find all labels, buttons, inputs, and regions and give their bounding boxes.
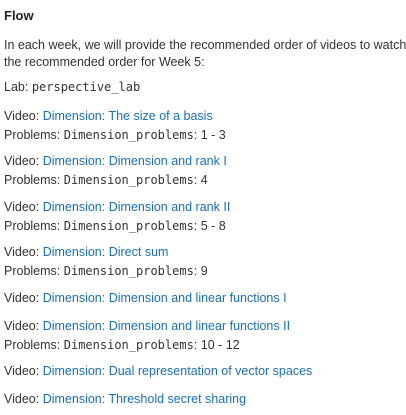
problems-line: Problems: Dimension_problems: 5 - 8 (4, 217, 230, 236)
problems-range: : 9 (193, 264, 208, 278)
problems-line: Problems: Dimension_problems: 9 (4, 262, 208, 281)
video-prefix: Video: (4, 154, 43, 168)
problems-line: Problems: Dimension_problems: 4 (4, 171, 227, 190)
problems-set: Dimension_problems (63, 173, 194, 187)
video-line: Video: Dimension: Dimension and rank II (4, 198, 230, 217)
video-prefix: Video: (4, 200, 43, 214)
problems-range: : 4 (193, 173, 208, 187)
list-item: Video: Dimension: Threshold secret shari… (4, 390, 246, 409)
video-line: Video: Dimension: The size of a basis (4, 107, 226, 126)
video-line: Video: Dimension: Direct sum (4, 243, 208, 262)
list-item: Video: Dimension: Dual representation of… (4, 362, 312, 381)
problems-range: : 1 - 3 (193, 128, 226, 142)
video-prefix: Video: (4, 319, 43, 333)
list-item: Video: Dimension: Dimension and linear f… (4, 317, 290, 355)
problems-set: Dimension_problems (63, 338, 194, 352)
problems-range: : 10 - 12 (193, 338, 240, 352)
intro-paragraph: In each week, we will provide the recomm… (4, 37, 406, 71)
list-item: Video: Dimension: Dimension and rank I P… (4, 152, 227, 190)
list-item: Video: Dimension: The size of a basis Pr… (4, 107, 226, 145)
video-line: Video: Dimension: Dimension and rank I (4, 152, 227, 171)
problems-range: : 5 - 8 (193, 219, 226, 233)
video-line: Video: Dimension: Dimension and linear f… (4, 289, 287, 308)
video-prefix: Video: (4, 392, 43, 406)
video-prefix: Video: (4, 364, 43, 378)
video-link[interactable]: Dimension: Threshold secret sharing (43, 392, 246, 406)
video-prefix: Video: (4, 245, 43, 259)
problems-set: Dimension_problems (63, 219, 194, 233)
problems-prefix: Problems: (4, 338, 64, 352)
list-item: Video: Dimension: Dimension and linear f… (4, 289, 287, 308)
section-title: Flow (4, 8, 34, 23)
list-item: Video: Dimension: Dimension and rank II … (4, 198, 230, 236)
video-link[interactable]: Dimension: Dimension and rank I (43, 154, 227, 168)
problems-line: Problems: Dimension_problems: 1 - 3 (4, 126, 226, 145)
video-prefix: Video: (4, 291, 43, 305)
video-prefix: Video: (4, 109, 43, 123)
flow-section: Flow In each week, we will provide the r… (0, 0, 406, 415)
problems-prefix: Problems: (4, 219, 64, 233)
video-link[interactable]: Dimension: Direct sum (43, 245, 169, 259)
problems-prefix: Problems: (4, 264, 64, 278)
video-line: Video: Dimension: Threshold secret shari… (4, 390, 246, 409)
problems-prefix: Problems: (4, 173, 64, 187)
video-link[interactable]: Dimension: The size of a basis (43, 109, 213, 123)
intro-line-2: the recommended order for Week 5: (4, 55, 205, 69)
problems-set: Dimension_problems (63, 264, 194, 278)
video-link[interactable]: Dimension: Dual representation of vector… (43, 364, 313, 378)
video-link[interactable]: Dimension: Dimension and linear function… (43, 291, 287, 305)
video-line: Video: Dimension: Dimension and linear f… (4, 317, 290, 336)
video-link[interactable]: Dimension: Dimension and rank II (43, 200, 231, 214)
lab-name: perspective_lab (31, 80, 141, 94)
lab-label: Lab: (4, 80, 32, 94)
intro-line-1: In each week, we will provide the recomm… (4, 38, 406, 52)
list-item: Video: Dimension: Direct sum Problems: D… (4, 243, 208, 281)
problems-set: Dimension_problems (63, 128, 194, 142)
video-link[interactable]: Dimension: Dimension and linear function… (43, 319, 290, 333)
lab-line: Lab: perspective_lab (4, 80, 140, 94)
problems-prefix: Problems: (4, 128, 64, 142)
problems-line: Problems: Dimension_problems: 10 - 12 (4, 336, 290, 355)
video-line: Video: Dimension: Dual representation of… (4, 362, 312, 381)
